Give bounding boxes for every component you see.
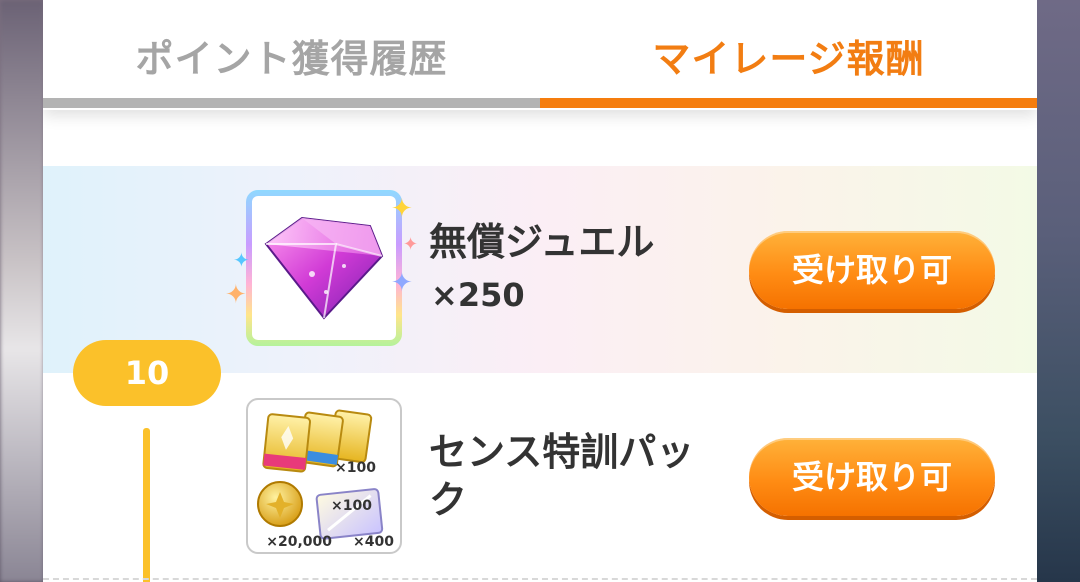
progress-track-line — [143, 428, 150, 582]
jewel-icon[interactable] — [246, 190, 402, 346]
pack-graphic: ×100 ×20,000 ×100 ×400 — [257, 409, 394, 550]
jewel-graphic — [264, 216, 384, 320]
reward-name: 無償ジュエル — [429, 220, 655, 264]
sparkle-icon: ✦ — [403, 234, 419, 255]
sparkle-icon: ✦ — [233, 248, 250, 272]
reward-name-line1: センス特訓パッ — [429, 430, 695, 474]
pack-label-top: ×100 — [335, 460, 376, 476]
background-left — [0, 0, 44, 582]
pack-label-coin: ×20,000 — [266, 534, 332, 550]
sparkle-icon: ✦ — [391, 268, 413, 298]
sparkle-icon: ✦ — [391, 194, 413, 224]
tab-mileage-rewards[interactable]: マイレージ報酬 — [540, 28, 1037, 88]
tab-indicator-inactive — [43, 98, 540, 108]
tab-point-history[interactable]: ポイント獲得履歴 — [43, 28, 540, 88]
reward-name-line2: ク — [429, 478, 468, 522]
claim-button[interactable]: 受け取り可 — [749, 438, 995, 516]
training-pack-icon[interactable]: ×100 ×20,000 ×100 ×400 — [246, 398, 402, 554]
pack-label-bottom: ×400 — [353, 534, 394, 550]
reward-quantity: ×250 — [431, 276, 525, 314]
row-divider — [43, 578, 1037, 580]
background-right — [1036, 0, 1080, 582]
claim-button[interactable]: 受け取り可 — [749, 231, 995, 309]
mileage-level-badge: 10 — [73, 340, 221, 406]
mileage-panel: ポイント獲得履歴 マイレージ報酬 10 ✦ ✦ ✦ ✦ ✦ 無償ジュエル ×25… — [43, 0, 1037, 582]
pack-label-mid: ×100 — [331, 498, 372, 514]
tab-bar: ポイント獲得履歴 マイレージ報酬 — [43, 0, 1037, 110]
sparkle-icon: ✦ — [225, 280, 247, 310]
tab-indicator-active — [540, 98, 1037, 108]
